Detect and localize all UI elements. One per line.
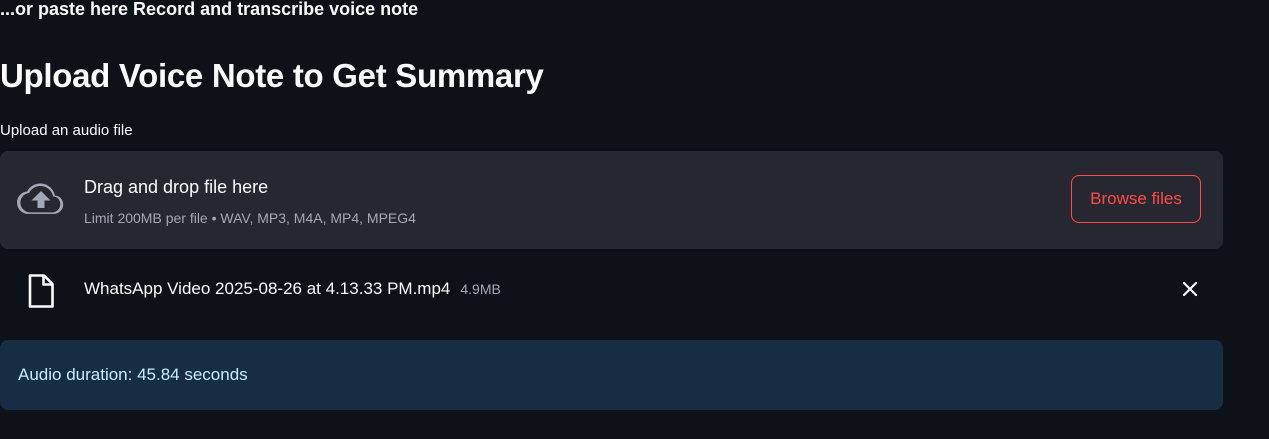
uploaded-file-name: WhatsApp Video 2025-08-26 at 4.13.33 PM.… (84, 279, 451, 298)
app-page: ...or paste here Record and transcribe v… (0, 0, 1269, 439)
close-icon[interactable] (1176, 275, 1204, 303)
uploader-label: Upload an audio file (0, 122, 133, 139)
info-alert: Audio duration: 45.84 seconds (0, 340, 1223, 410)
browse-files-button[interactable]: Browse files (1071, 175, 1201, 223)
uploaded-file-row: WhatsApp Video 2025-08-26 at 4.13.33 PM.… (84, 278, 501, 300)
dropzone-limits: Limit 200MB per file • WAV, MP3, M4A, MP… (84, 210, 416, 226)
file-icon (28, 274, 54, 308)
top-heading: ...or paste here Record and transcribe v… (0, 0, 419, 19)
cloud-upload-icon (17, 183, 64, 214)
page-title: Upload Voice Note to Get Summary (0, 57, 544, 94)
file-dropzone[interactable] (0, 151, 1223, 249)
audio-duration-text: Audio duration: 45.84 seconds (18, 365, 248, 384)
dropzone-title: Drag and drop file here (84, 177, 269, 197)
uploaded-file-size: 4.9MB (460, 281, 501, 297)
